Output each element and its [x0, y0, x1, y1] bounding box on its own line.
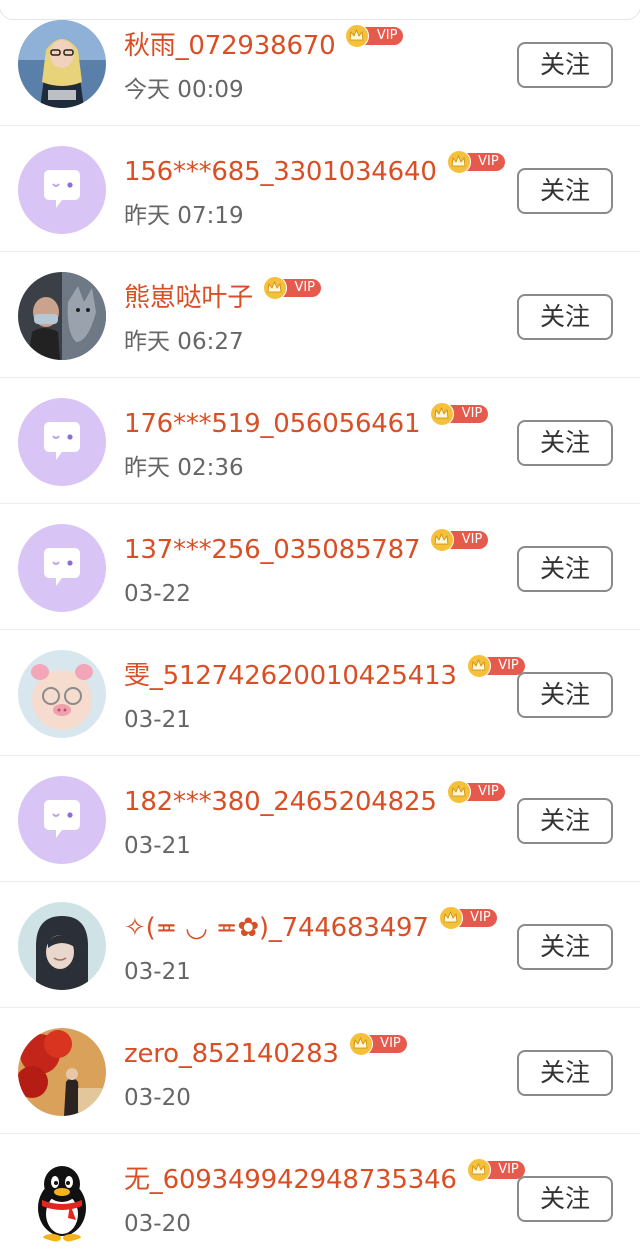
follower-list-page: 秋雨_072938670 VIP 今天 00:09 关注 156***685_3… [0, 0, 640, 1259]
timestamp: 昨天 06:27 [124, 329, 244, 355]
list-item[interactable]: 137***256_035085787 VIP 03-22 关注 [0, 504, 640, 630]
name-line: 秋雨_072938670 VIP [124, 24, 404, 64]
avatar[interactable] [18, 20, 106, 108]
default-avatar-chat-icon [18, 524, 106, 612]
crown-icon [466, 1158, 491, 1182]
list-item[interactable]: 雯_512742620010425413 VIP 03-21 关注 [0, 630, 640, 756]
timestamp: 03-21 [124, 833, 191, 859]
follow-button[interactable]: 关注 [517, 42, 613, 88]
timestamp: 03-21 [124, 959, 191, 985]
name-line: 182***380_2465204825 VIP [124, 780, 505, 820]
follow-button[interactable]: 关注 [517, 1176, 613, 1222]
list-item[interactable]: ✧(≖ ◡ ≖✿)_744683497 VIP 03-21 关注 [0, 882, 640, 1008]
default-avatar-chat-icon [18, 776, 106, 864]
list-item[interactable]: 熊崽哒叶子 VIP 昨天 06:27 关注 [0, 252, 640, 378]
timestamp: 昨天 02:36 [124, 455, 244, 481]
crown-icon [263, 276, 288, 300]
list-item[interactable]: 156***685_3301034640 VIP 昨天 07:19 关注 [0, 126, 640, 252]
name-line: 熊崽哒叶子 VIP [124, 276, 322, 316]
vip-badge: VIP [348, 1032, 407, 1056]
follow-button[interactable]: 关注 [517, 798, 613, 844]
list-item[interactable]: 182***380_2465204825 VIP 03-21 关注 [0, 756, 640, 882]
crown-icon [446, 780, 471, 804]
crown-icon [446, 150, 471, 174]
avatar[interactable] [18, 1028, 106, 1116]
user-name[interactable]: 秋雨_072938670 [124, 28, 336, 64]
default-avatar-chat-icon [18, 146, 106, 234]
vip-badge: VIP [263, 276, 322, 300]
follow-button[interactable]: 关注 [517, 672, 613, 718]
name-line: 无_609349942948735346 VIP [124, 1158, 525, 1198]
name-line: 156***685_3301034640 VIP [124, 150, 505, 190]
photo-avatar-icon [18, 1028, 106, 1116]
qq-penguin-icon [18, 1154, 106, 1242]
avatar[interactable] [18, 524, 106, 612]
list-item[interactable]: 无_609349942948735346 VIP 03-20 关注 [0, 1134, 640, 1259]
vip-badge: VIP [466, 654, 525, 678]
follow-button[interactable]: 关注 [517, 294, 613, 340]
list-item[interactable]: zero_852140283 VIP 03-20 关注 [0, 1008, 640, 1134]
photo-avatar-icon [18, 20, 106, 108]
crown-icon [466, 654, 491, 678]
list-item[interactable]: 176***519_056056461 VIP 昨天 02:36 关注 [0, 378, 640, 504]
user-name[interactable]: ✧(≖ ◡ ≖✿)_744683497 [124, 910, 429, 946]
crown-icon [348, 1032, 373, 1056]
list-item[interactable]: 秋雨_072938670 VIP 今天 00:09 关注 [0, 0, 640, 126]
timestamp: 03-22 [124, 581, 191, 607]
user-name[interactable]: 176***519_056056461 [124, 406, 421, 442]
timestamp: 今天 00:09 [124, 77, 244, 103]
follow-button[interactable]: 关注 [517, 546, 613, 592]
vip-badge: VIP [430, 528, 489, 552]
follow-button[interactable]: 关注 [517, 1050, 613, 1096]
vip-badge: VIP [446, 780, 505, 804]
avatar[interactable] [18, 650, 106, 738]
user-name[interactable]: 无_609349942948735346 [124, 1162, 457, 1198]
avatar[interactable] [18, 1154, 106, 1242]
avatar[interactable] [18, 398, 106, 486]
avatar[interactable] [18, 902, 106, 990]
user-name[interactable]: 熊崽哒叶子 [124, 280, 253, 316]
timestamp: 03-20 [124, 1085, 191, 1111]
follow-button[interactable]: 关注 [517, 168, 613, 214]
vip-badge: VIP [466, 1158, 525, 1182]
timestamp: 昨天 07:19 [124, 203, 244, 229]
timestamp: 03-20 [124, 1211, 191, 1237]
user-name[interactable]: 156***685_3301034640 [124, 154, 437, 190]
vip-badge: VIP [446, 150, 505, 174]
avatar[interactable] [18, 776, 106, 864]
crown-icon [438, 906, 463, 930]
vip-badge: VIP [430, 402, 489, 426]
user-name[interactable]: 182***380_2465204825 [124, 784, 437, 820]
follow-button[interactable]: 关注 [517, 924, 613, 970]
avatar[interactable] [18, 146, 106, 234]
name-line: 137***256_035085787 VIP [124, 528, 489, 568]
photo-avatar-icon [18, 272, 106, 360]
photo-avatar-icon [18, 650, 106, 738]
avatar[interactable] [18, 272, 106, 360]
user-name[interactable]: 137***256_035085787 [124, 532, 421, 568]
name-line: zero_852140283 VIP [124, 1032, 407, 1072]
user-name[interactable]: 雯_512742620010425413 [124, 658, 457, 694]
name-line: 雯_512742620010425413 VIP [124, 654, 525, 694]
user-list: 秋雨_072938670 VIP 今天 00:09 关注 156***685_3… [0, 0, 640, 1259]
vip-badge: VIP [438, 906, 497, 930]
vip-badge: VIP [345, 24, 404, 48]
timestamp: 03-21 [124, 707, 191, 733]
illustration-avatar-icon [18, 902, 106, 990]
name-line: 176***519_056056461 VIP [124, 402, 489, 442]
follow-button[interactable]: 关注 [517, 420, 613, 466]
name-line: ✧(≖ ◡ ≖✿)_744683497 VIP [124, 906, 497, 946]
user-name[interactable]: zero_852140283 [124, 1036, 339, 1072]
default-avatar-chat-icon [18, 398, 106, 486]
